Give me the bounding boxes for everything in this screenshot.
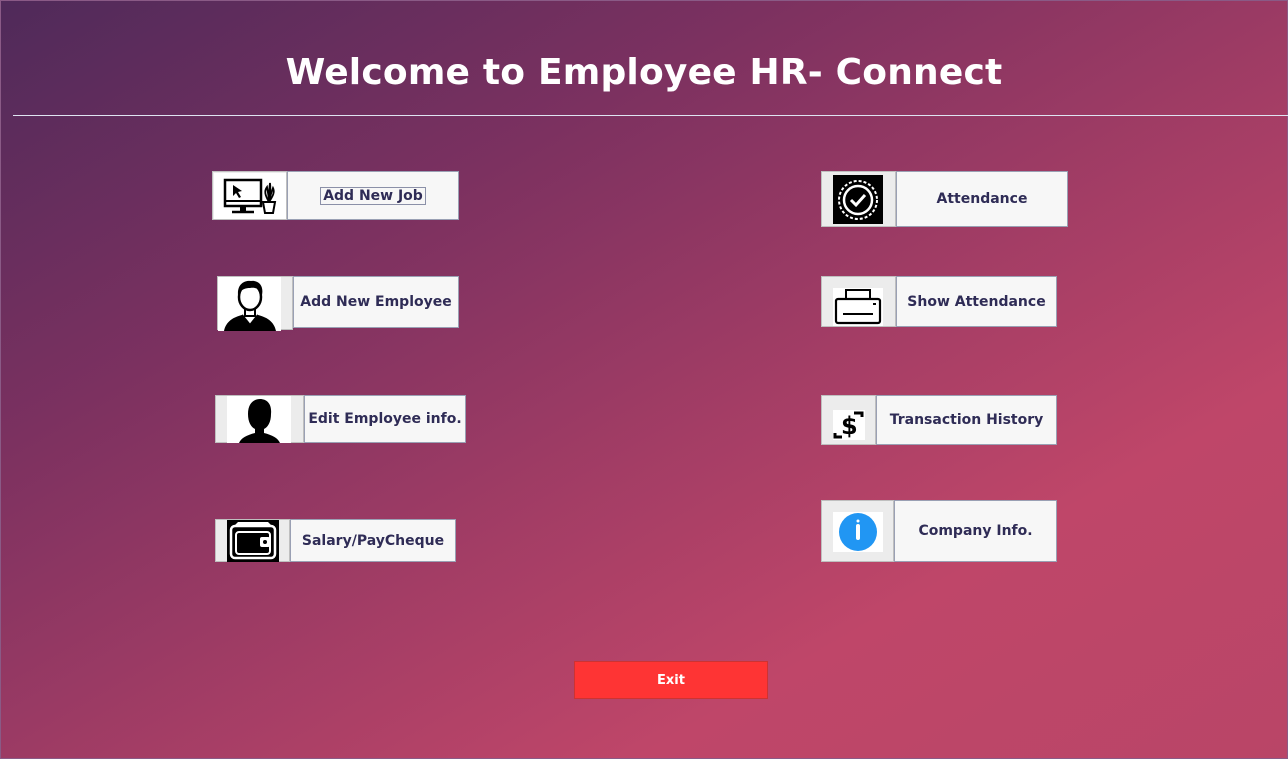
person-silhouette-icon[interactable] bbox=[215, 395, 304, 443]
show-attendance-tile: Show Attendance bbox=[821, 276, 1057, 327]
edit-employee-label: Edit Employee info. bbox=[308, 411, 462, 427]
printer-icon[interactable] bbox=[821, 276, 896, 327]
company-info-tile: Company Info. bbox=[821, 500, 1057, 562]
transaction-history-label: Transaction History bbox=[889, 412, 1044, 428]
add-new-job-label: Add New Job bbox=[320, 186, 426, 205]
company-info-label: Company Info. bbox=[918, 523, 1033, 539]
desktop-plant-icon[interactable] bbox=[212, 171, 287, 220]
edit-employee-button[interactable]: Edit Employee info. bbox=[304, 395, 466, 443]
salary-button[interactable]: Salary/PayCheque bbox=[290, 519, 456, 562]
transaction-history-tile: $ Transaction History bbox=[821, 395, 1057, 445]
salary-label: Salary/PayCheque bbox=[301, 532, 445, 549]
exit-button[interactable]: Exit bbox=[574, 661, 768, 699]
add-new-employee-button[interactable]: Add New Employee bbox=[293, 276, 459, 328]
verified-badge-icon[interactable] bbox=[821, 171, 896, 227]
page-title: Welcome to Employee HR- Connect bbox=[285, 52, 1003, 93]
dollar-transfer-icon[interactable]: $ bbox=[821, 395, 876, 445]
salary-tile: Salary/PayCheque bbox=[215, 519, 456, 562]
company-info-button[interactable]: Company Info. bbox=[894, 500, 1057, 562]
attendance-tile: Attendance bbox=[821, 171, 1068, 227]
title-divider bbox=[13, 115, 1288, 116]
attendance-label: Attendance bbox=[936, 191, 1028, 207]
attendance-button[interactable]: Attendance bbox=[896, 171, 1068, 227]
window-frame bbox=[0, 0, 1288, 759]
edit-employee-tile: Edit Employee info. bbox=[215, 395, 466, 443]
info-circle-icon[interactable] bbox=[821, 500, 894, 562]
add-new-job-button[interactable]: Add New Job bbox=[287, 171, 459, 220]
employee-avatar-icon[interactable] bbox=[217, 276, 293, 331]
show-attendance-button[interactable]: Show Attendance bbox=[896, 276, 1057, 327]
show-attendance-label: Show Attendance bbox=[907, 293, 1046, 310]
add-new-employee-tile: Add New Employee bbox=[217, 276, 459, 331]
exit-label: Exit bbox=[657, 672, 685, 688]
svg-text:$: $ bbox=[841, 412, 858, 440]
add-new-job-tile: Add New Job bbox=[212, 171, 459, 220]
add-new-employee-label: Add New Employee bbox=[300, 294, 452, 310]
transaction-history-button[interactable]: Transaction History bbox=[876, 395, 1057, 445]
wallet-icon[interactable] bbox=[215, 519, 290, 562]
